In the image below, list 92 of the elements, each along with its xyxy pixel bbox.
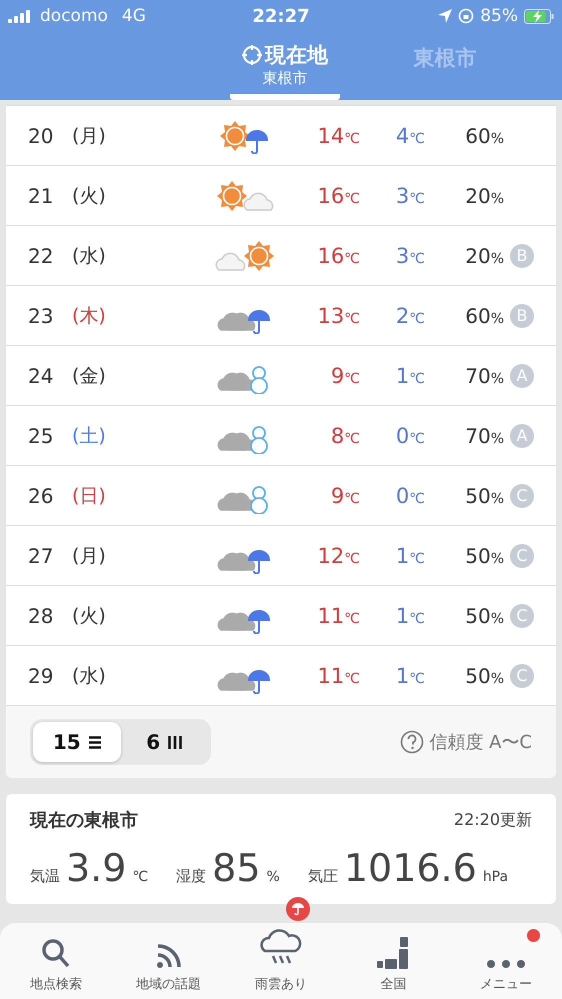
reliability-badge: C: [510, 544, 534, 568]
date-text: 29: [28, 664, 54, 688]
high-temperature: 9℃: [330, 484, 360, 508]
low-temperature: 2℃: [394, 304, 425, 328]
low-temperature: 1℃: [394, 604, 425, 628]
low-temperature: 3℃: [394, 184, 425, 208]
weekday-text: (金): [72, 364, 107, 388]
high-temperature: 13℃: [316, 304, 360, 328]
list-icon: [88, 736, 101, 748]
tab-bar-item[interactable]: 地域の話題: [112, 923, 225, 999]
rain-chance: 20%: [464, 244, 505, 268]
feed-icon: [156, 943, 182, 969]
menu-icon: [486, 959, 526, 969]
update-time: 22:20更新: [454, 810, 532, 830]
rotation-lock-icon: [458, 8, 474, 24]
japan-map-icon: [377, 937, 410, 969]
reliability-badge: B: [510, 244, 534, 268]
rain-chance: 50%: [464, 544, 505, 568]
tab-bar-item[interactable]: 全国: [337, 923, 450, 999]
high-temperature: 9℃: [330, 364, 360, 388]
tab-bar-item[interactable]: 雨雲あり: [224, 923, 338, 999]
battery-percent: 85%: [480, 6, 518, 26]
rain-chance: 50%: [464, 604, 505, 628]
weekday-text: (火): [72, 184, 107, 208]
rain-chance: 60%: [464, 304, 505, 328]
weekday-text: (土): [72, 424, 107, 448]
weekday-text: (日): [72, 484, 107, 508]
reading-unit: ℃: [132, 869, 148, 885]
weekday-text: (木): [72, 304, 107, 328]
date-text: 23: [28, 304, 54, 328]
weekday-text: (水): [72, 664, 107, 688]
date-text: 27: [28, 544, 54, 568]
rain-chance: 70%: [464, 424, 505, 448]
weekday-text: (月): [72, 544, 107, 568]
tab-bar-item[interactable]: メニュー: [450, 923, 562, 999]
weekday-text: (水): [72, 244, 107, 268]
weekday-text: (火): [72, 604, 107, 628]
signal-icon: [8, 9, 32, 23]
reliability-badge: C: [510, 604, 534, 628]
reading-label: 湿度: [176, 867, 206, 886]
range-button[interactable]: 15: [33, 722, 120, 762]
low-temperature: 4℃: [394, 124, 425, 148]
battery-icon: [524, 8, 554, 24]
search-icon: [42, 939, 70, 969]
reliability-badge: A: [510, 364, 534, 388]
low-temperature: 1℃: [394, 664, 425, 688]
rain-chance: 60%: [464, 124, 505, 148]
low-temperature: 3℃: [394, 244, 425, 268]
reliability-badge: A: [510, 424, 534, 448]
date-text: 24: [28, 364, 54, 388]
columns-icon: [168, 736, 182, 748]
date-text: 25: [28, 424, 54, 448]
high-temperature: 11℃: [316, 604, 360, 628]
date-text: 28: [28, 604, 54, 628]
reliability-badge: B: [510, 304, 534, 328]
low-temperature: 1℃: [394, 544, 425, 568]
date-text: 21: [28, 184, 54, 208]
rain-chance: 50%: [464, 664, 505, 688]
reliability-badge: C: [510, 484, 534, 508]
weekday-text: (月): [72, 124, 107, 148]
high-temperature: 12℃: [316, 544, 360, 568]
date-text: 20: [28, 124, 54, 148]
date-text: 26: [28, 484, 54, 508]
reading-value: 1016.6: [344, 846, 477, 890]
rain-chance: 50%: [464, 484, 505, 508]
rain-chance: 70%: [464, 364, 505, 388]
tab-bar-item[interactable]: 地点検索: [0, 923, 112, 999]
reading-value: 3.9: [66, 846, 126, 890]
reliability-help-link[interactable]: 信頼度 A〜C: [400, 730, 532, 754]
rain-chance: 20%: [464, 184, 505, 208]
high-temperature: 8℃: [330, 424, 360, 448]
carrier-name: docomo: [40, 6, 108, 26]
low-temperature: 0℃: [394, 484, 425, 508]
network-type: 4G: [122, 6, 146, 26]
low-temperature: 0℃: [394, 424, 425, 448]
help-icon: [400, 730, 424, 754]
clock: 22:27: [252, 6, 310, 26]
reading-unit: hPa: [482, 869, 508, 885]
range-button[interactable]: 6: [120, 722, 208, 762]
reading-value: 85: [212, 846, 261, 890]
reading-unit: %: [266, 869, 280, 885]
high-temperature: 14℃: [316, 124, 360, 148]
low-temperature: 1℃: [394, 364, 425, 388]
high-temperature: 16℃: [316, 184, 360, 208]
reading-label: 気温: [30, 867, 60, 886]
reading-label: 気圧: [308, 867, 338, 886]
date-text: 22: [28, 244, 54, 268]
card-title: 現在の東根市: [30, 809, 138, 832]
reliability-badge: C: [510, 664, 534, 688]
high-temperature: 16℃: [316, 244, 360, 268]
high-temperature: 11℃: [316, 664, 360, 688]
location-arrow-icon: [438, 9, 452, 23]
